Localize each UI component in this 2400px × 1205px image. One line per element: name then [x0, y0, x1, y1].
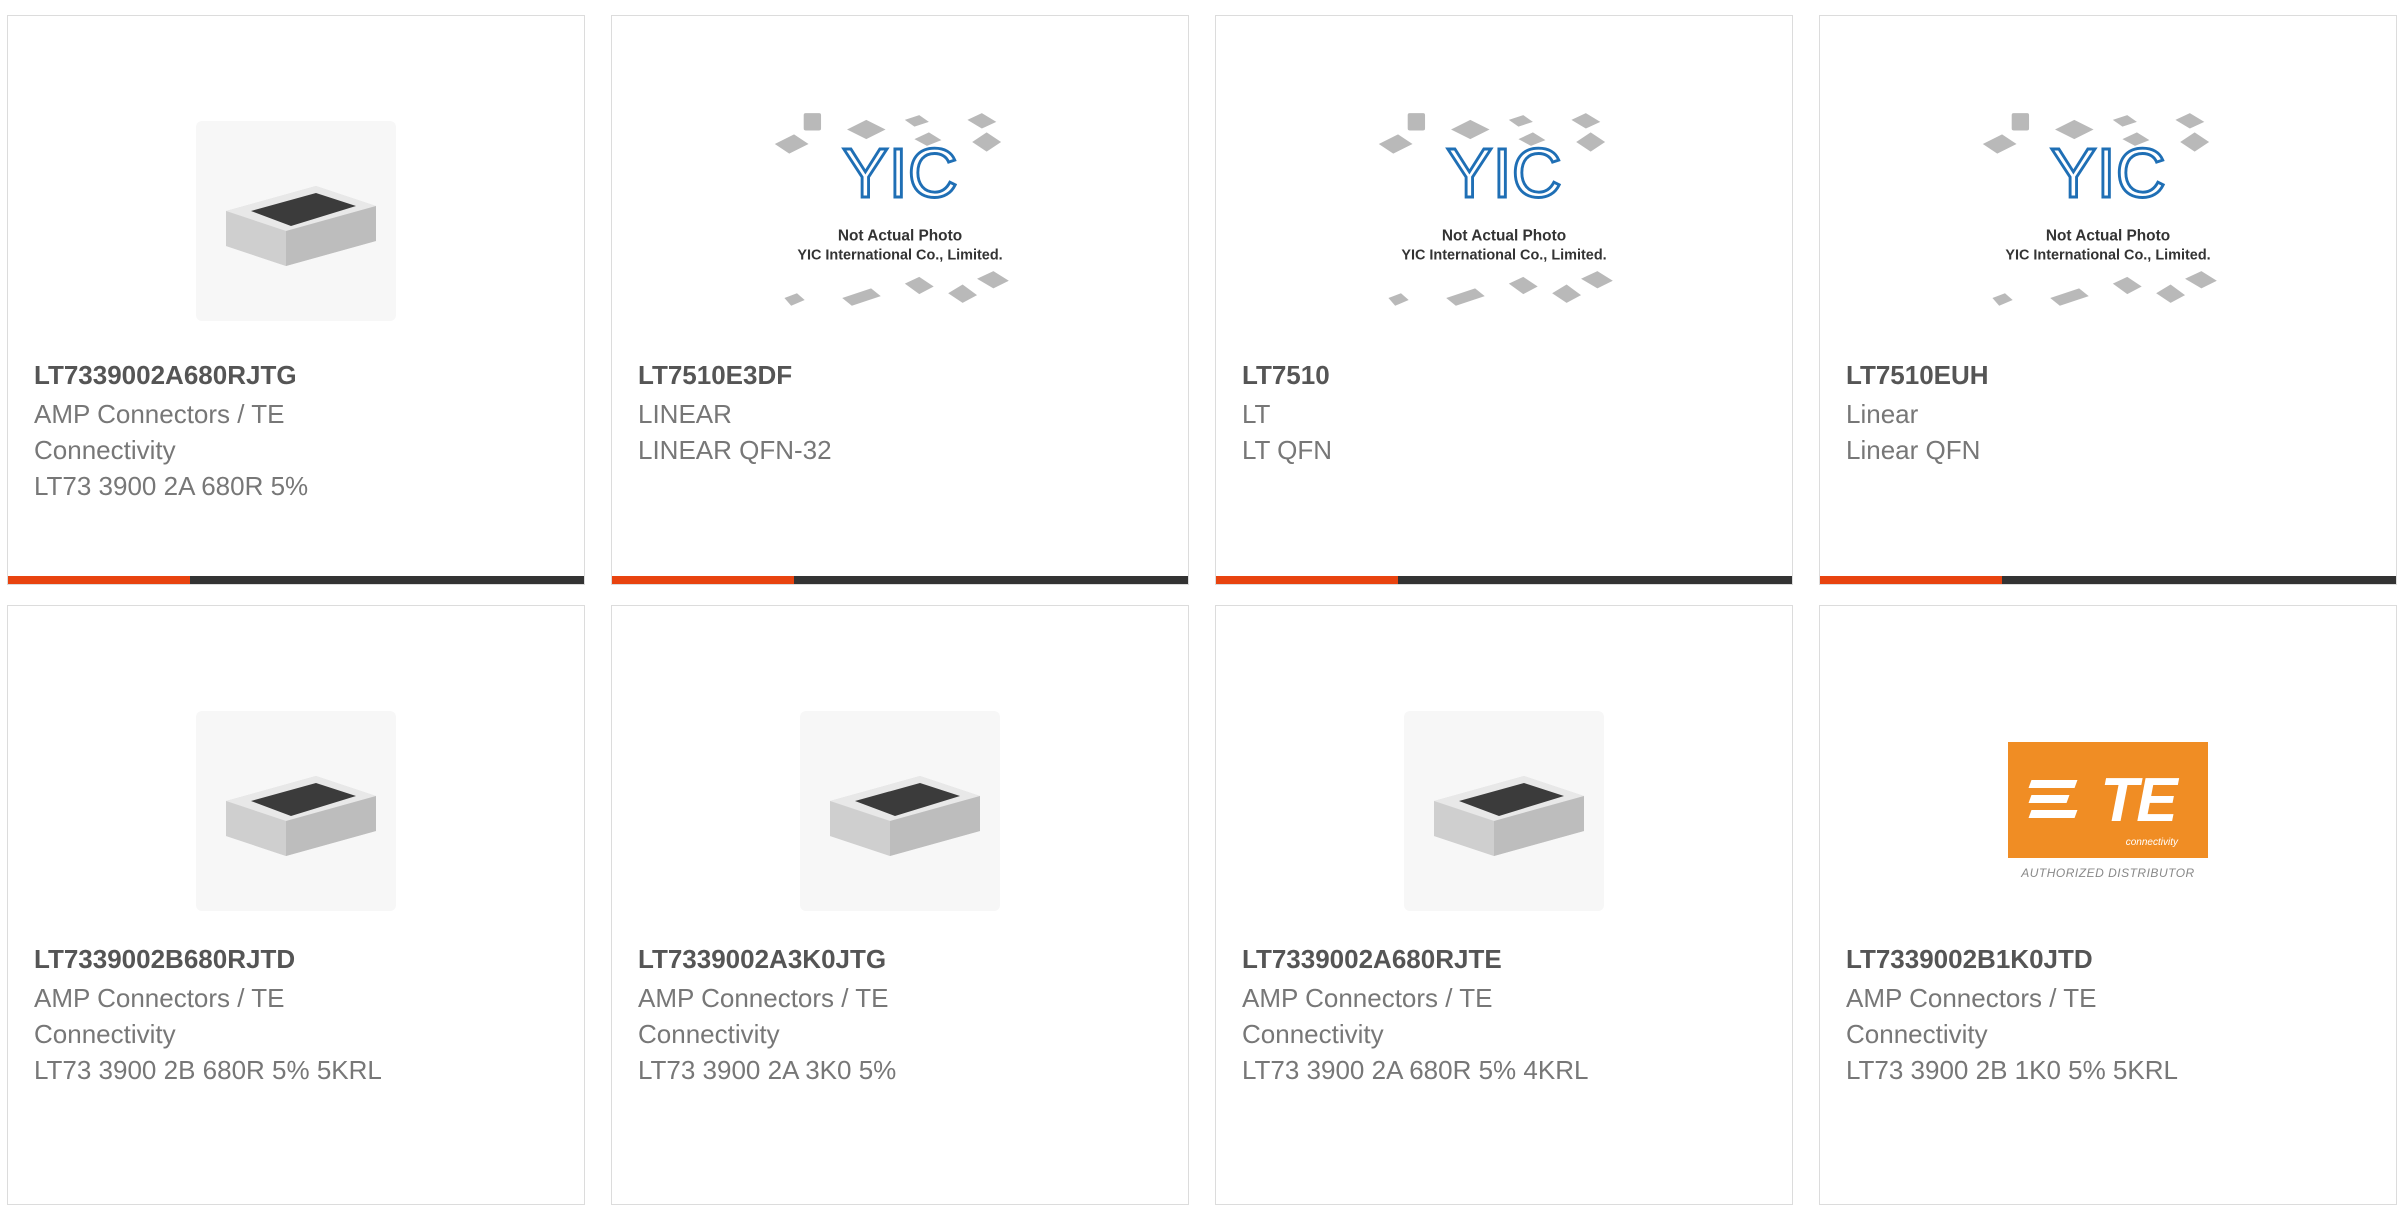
manufacturer-cont: Connectivity — [638, 1019, 780, 1049]
product-image[interactable]: YIC Not Actual Photo YIC International C… — [1374, 86, 1634, 356]
svg-text:Not Actual Photo: Not Actual Photo — [1442, 227, 1566, 244]
product-card[interactable]: LT7339002A3K0JTG AMP Connectors / TE Con… — [611, 605, 1189, 1205]
svg-text:Not Actual Photo: Not Actual Photo — [2046, 227, 2170, 244]
description: LT73 3900 2A 680R 5% 4KRL — [1242, 1055, 1589, 1085]
manufacturer: AMP Connectors / TE — [34, 399, 285, 429]
card-accent-bar — [1820, 576, 2396, 584]
manufacturer-cont: Connectivity — [1242, 1019, 1384, 1049]
product-image[interactable]: YIC Not Actual Photo YIC International C… — [1978, 86, 2238, 356]
yic-placeholder-image: YIC Not Actual Photo YIC International C… — [1378, 113, 1613, 306]
product-card[interactable]: LT7339002A680RJTE AMP Connectors / TE Co… — [1215, 605, 1793, 1205]
manufacturer: LINEAR — [638, 399, 732, 429]
product-image[interactable]: YIC Not Actual Photo YIC International C… — [770, 86, 1030, 356]
yic-logo: YIC — [2050, 134, 2166, 212]
manufacturer: AMP Connectors / TE — [1846, 983, 2097, 1013]
part-number[interactable]: LT7339002B680RJTD — [34, 942, 564, 976]
product-card[interactable]: YIC Not Actual Photo YIC International C… — [1215, 15, 1793, 585]
part-number[interactable]: LT7339002B1K0JTD — [1846, 942, 2376, 976]
yic-placeholder-image: YIC Not Actual Photo YIC International C… — [774, 113, 1009, 306]
manufacturer: AMP Connectors / TE — [34, 983, 285, 1013]
part-number[interactable]: LT7339002A3K0JTG — [638, 942, 1168, 976]
card-accent-bar — [612, 576, 1188, 584]
yic-placeholder-image: YIC Not Actual Photo YIC International C… — [1982, 113, 2217, 306]
manufacturer: AMP Connectors / TE — [1242, 983, 1493, 1013]
resistor-chip-image — [1404, 711, 1604, 911]
product-image[interactable] — [166, 86, 426, 356]
svg-text:YIC International Co., Limited: YIC International Co., Limited. — [2005, 248, 2210, 264]
te-logo: TE — [2100, 765, 2177, 835]
yic-logo: YIC — [1446, 134, 1562, 212]
te-logo-image: TE connectivity AUTHORIZED DISTRIBUTOR — [2008, 742, 2208, 880]
product-image[interactable] — [166, 676, 426, 946]
description: LT QFN — [1242, 435, 1333, 465]
part-number[interactable]: LT7339002A680RJTE — [1242, 942, 1772, 976]
part-number[interactable]: LT7339002A680RJTG — [34, 358, 564, 392]
product-image[interactable]: TE connectivity AUTHORIZED DISTRIBUTOR — [1978, 676, 2238, 946]
part-number[interactable]: LT7510EUH — [1846, 358, 2376, 392]
manufacturer-cont: Connectivity — [34, 1019, 176, 1049]
resistor-chip-image — [196, 121, 396, 321]
manufacturer: AMP Connectors / TE — [638, 983, 889, 1013]
description: LT73 3900 2B 1K0 5% 5KRL — [1846, 1055, 2178, 1085]
manufacturer: Linear — [1846, 399, 1919, 429]
description: LT73 3900 2B 680R 5% 5KRL — [34, 1055, 382, 1085]
part-number[interactable]: LT7510 — [1242, 358, 1772, 392]
part-number[interactable]: LT7510E3DF — [638, 358, 1168, 392]
manufacturer-cont: Connectivity — [34, 435, 176, 465]
description: LT73 3900 2A 3K0 5% — [638, 1055, 897, 1085]
svg-text:YIC International Co., Limited: YIC International Co., Limited. — [1401, 248, 1606, 264]
card-accent-bar — [8, 576, 584, 584]
product-card[interactable]: LT7339002B680RJTD AMP Connectors / TE Co… — [7, 605, 585, 1205]
product-image[interactable] — [770, 676, 1030, 946]
svg-text:Not Actual Photo: Not Actual Photo — [838, 227, 962, 244]
product-card[interactable]: YIC Not Actual Photo YIC International C… — [611, 15, 1189, 585]
resistor-chip-image — [196, 711, 396, 911]
authorized-distributor-label: AUTHORIZED DISTRIBUTOR — [2021, 866, 2195, 880]
resistor-chip-image — [800, 711, 1000, 911]
product-card[interactable]: LT7339002A680RJTG AMP Connectors / TE Co… — [7, 15, 585, 585]
yic-logo: YIC — [842, 134, 958, 212]
description: LINEAR QFN-32 — [638, 435, 832, 465]
description: Linear QFN — [1846, 435, 1981, 465]
svg-text:YIC International Co., Limited: YIC International Co., Limited. — [797, 248, 1002, 264]
manufacturer: LT — [1242, 399, 1271, 429]
product-image[interactable] — [1374, 676, 1634, 946]
manufacturer-cont: Connectivity — [1846, 1019, 1988, 1049]
description: LT73 3900 2A 680R 5% — [34, 471, 309, 501]
card-accent-bar — [1216, 576, 1792, 584]
product-card[interactable]: YIC Not Actual Photo YIC International C… — [1819, 15, 2397, 585]
product-card[interactable]: TE connectivity AUTHORIZED DISTRIBUTOR L… — [1819, 605, 2397, 1205]
